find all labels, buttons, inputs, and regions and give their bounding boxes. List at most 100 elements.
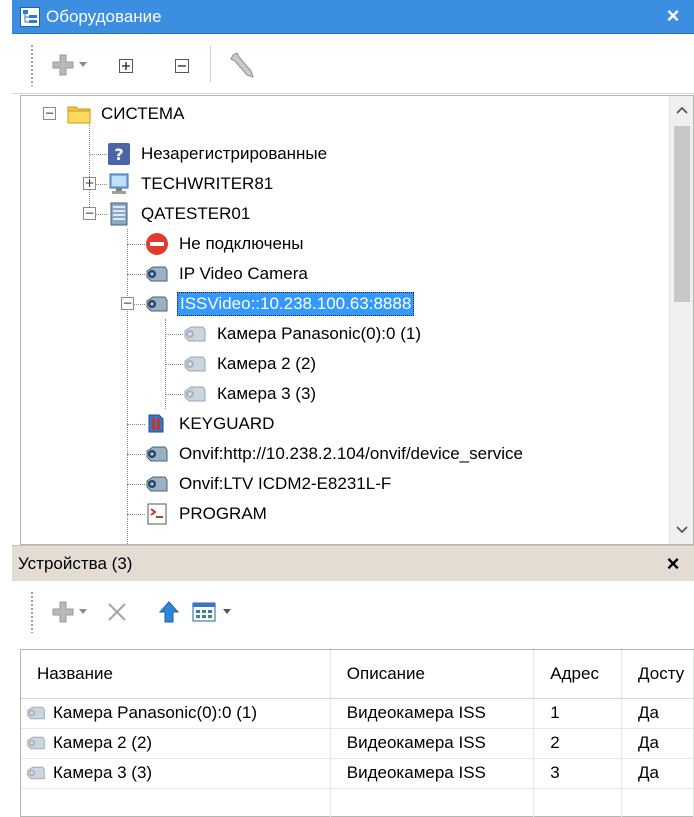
tree-item-label: QATESTER01 <box>141 204 251 223</box>
tree-item-label: KEYGUARD <box>179 414 275 433</box>
table-cell-access: Да <box>621 728 694 759</box>
computer-icon <box>109 173 129 194</box>
camera-icon <box>27 766 45 780</box>
equipment-panel-title: Оборудование <box>46 6 162 26</box>
column-header-access[interactable]: Досту <box>621 650 694 699</box>
dropdown-arrow-icon[interactable] <box>222 606 232 616</box>
devices-panel-titlebar: Устройства (3) × <box>12 545 694 581</box>
equipment-toolbar <box>12 34 694 94</box>
server-icon <box>110 202 128 226</box>
table-cell-description: Видеокамера ISS <box>330 758 535 789</box>
equipment-tree-view[interactable]: − + − − СИСТЕМА ? Незарегистрированные T… <box>20 95 694 545</box>
dropdown-arrow-icon[interactable] <box>78 606 88 616</box>
tree-line <box>127 424 145 425</box>
tree-item-label: PROGRAM <box>179 504 267 523</box>
svg-text:?: ? <box>114 145 123 164</box>
collapse-all-icon[interactable] <box>174 58 190 74</box>
camera-icon <box>146 296 168 312</box>
tree-item-label: Не подключены <box>179 234 304 253</box>
toolbar-grip[interactable] <box>30 591 35 633</box>
delete-icon[interactable] <box>104 599 130 625</box>
tree-item-qatester01[interactable]: QATESTER01 <box>107 199 252 229</box>
tree-scrollbar[interactable] <box>669 96 693 544</box>
tree-item-issvideo[interactable]: ISSVideo::10.238.100.63:8888 <box>145 289 415 319</box>
add-icon[interactable] <box>50 52 76 78</box>
table-cell-address: 2 <box>533 728 623 759</box>
tree-item-keyguard[interactable]: KEYGUARD <box>145 409 276 439</box>
tree-item-not-connected[interactable]: Не подключены <box>145 229 306 259</box>
scrollbar-thumb[interactable] <box>674 126 690 302</box>
table-row[interactable]: Камера 3 (3) Видеокамера ISS 3 Да <box>21 758 694 789</box>
tree-item-label: Onvif:LTV ICDM2-E8231L-F <box>179 474 392 493</box>
scroll-down-icon[interactable] <box>670 518 693 542</box>
camera-icon <box>146 446 168 462</box>
tree-item-label: Камера 2 (2) <box>217 354 317 373</box>
tree-item-onvif-http[interactable]: Onvif:http://10.238.2.104/onvif/device_s… <box>145 439 525 469</box>
no-entry-icon <box>146 233 168 255</box>
table-cell-description: Видеокамера ISS <box>330 728 535 759</box>
move-up-icon[interactable] <box>156 599 182 625</box>
column-header-name[interactable]: Название <box>21 650 331 699</box>
tree-item-label: IP Video Camera <box>179 264 308 283</box>
tree-item-label-selected: ISSVideo::10.238.100.63:8888 <box>177 292 415 316</box>
devices-panel: Устройства (3) × Название Описание Адрес… <box>12 545 694 817</box>
tree-line <box>165 334 183 335</box>
cell-text: Камера 3 (3) <box>53 763 153 782</box>
tree-line <box>127 274 145 275</box>
tree-line <box>95 184 107 185</box>
devices-table[interactable]: Название Описание Адрес Досту Камера Pan… <box>20 649 694 817</box>
collapse-toggle-icon[interactable]: − <box>83 207 96 220</box>
toolbar-separator <box>210 46 211 82</box>
table-cell-name: Камера 3 (3) <box>21 758 331 789</box>
table-cell-address: 1 <box>533 698 623 729</box>
table-row[interactable]: Камера 2 (2) Видеокамера ISS 2 Да <box>21 728 694 759</box>
expand-all-icon[interactable] <box>118 58 134 74</box>
table-cell-description: Видеокамера ISS <box>330 698 535 729</box>
camera-icon <box>27 736 45 750</box>
tree-line <box>89 119 90 215</box>
tree-item-techwriter81[interactable]: TECHWRITER81 <box>107 169 275 199</box>
cell-text: Камера 2 (2) <box>53 733 153 752</box>
scroll-up-icon[interactable] <box>670 98 693 122</box>
column-header-address[interactable]: Адрес <box>533 650 623 699</box>
tree-line <box>134 304 145 305</box>
tree-item-unregistered[interactable]: ? Незарегистрированные <box>107 139 329 169</box>
tree-item-system[interactable]: СИСТЕМА <box>67 99 186 129</box>
camera-icon <box>184 386 206 402</box>
expand-toggle-icon[interactable]: + <box>83 177 96 190</box>
tree-item-onvif-ltv[interactable]: Onvif:LTV ICDM2-E8231L-F <box>145 469 393 499</box>
tree-line <box>165 364 183 365</box>
camera-icon <box>27 706 45 720</box>
tree-item-ip-video-camera[interactable]: IP Video Camera <box>145 259 310 289</box>
close-icon[interactable]: × <box>662 5 684 27</box>
close-icon[interactable]: × <box>662 553 684 575</box>
devices-toolbar <box>12 581 694 641</box>
camera-icon <box>146 476 168 492</box>
camera-icon <box>146 266 168 282</box>
table-cell-name: Камера 2 (2) <box>21 728 331 759</box>
columns-icon[interactable] <box>190 599 218 625</box>
tree-line <box>127 454 145 455</box>
tree-item-camera-2[interactable]: Камера 2 (2) <box>183 349 318 379</box>
tree-line <box>127 244 145 245</box>
keyguard-icon <box>148 414 164 433</box>
question-icon: ? <box>108 143 130 165</box>
tree-item-camera-panasonic[interactable]: Камера Panasonic(0):0 (1) <box>183 319 423 349</box>
table-row[interactable]: Камера Panasonic(0):0 (1) Видеокамера IS… <box>21 698 694 729</box>
collapse-toggle-icon[interactable]: − <box>121 297 134 310</box>
tree-line <box>89 154 107 155</box>
dropdown-arrow-icon[interactable] <box>78 59 88 69</box>
tree-item-program[interactable]: PROGRAM <box>145 499 269 529</box>
equipment-panel-titlebar: Оборудование × <box>12 0 694 34</box>
equipment-tree: − + − − СИСТЕМА ? Незарегистрированные T… <box>21 96 669 544</box>
column-header-description[interactable]: Описание <box>330 650 535 699</box>
tree-item-label: Камера 3 (3) <box>217 384 317 403</box>
program-icon <box>147 503 167 525</box>
wrench-icon[interactable] <box>228 50 258 80</box>
equipment-panel: Оборудование × − + − − СИСТЕМА ? Незарег… <box>12 0 694 545</box>
tree-line <box>165 394 183 395</box>
collapse-toggle-icon[interactable]: − <box>43 107 56 120</box>
add-icon[interactable] <box>50 599 76 625</box>
toolbar-grip[interactable] <box>30 44 35 86</box>
tree-item-camera-3[interactable]: Камера 3 (3) <box>183 379 318 409</box>
